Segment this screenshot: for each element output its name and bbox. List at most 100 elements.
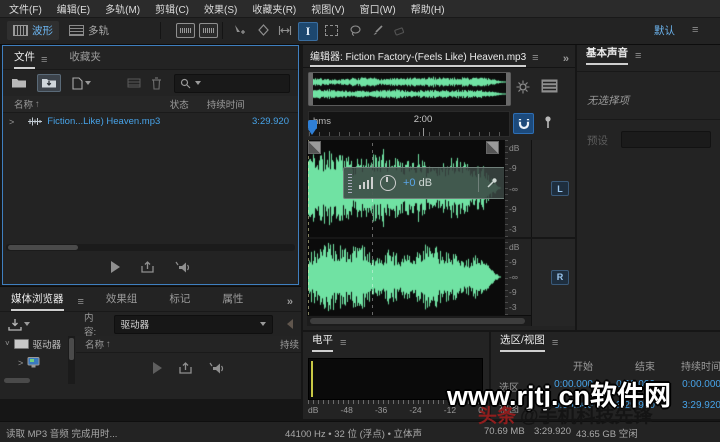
editor-title[interactable]: 编辑器: Fiction Factory-(Feels Like) Heaven…: [310, 48, 526, 67]
lasso-selection-tool-icon[interactable]: [346, 22, 364, 39]
timeline-ruler[interactable]: hms 2:00: [308, 111, 510, 137]
time-selection-tool-icon[interactable]: I: [298, 22, 318, 41]
tab-media-browser[interactable]: 媒体浏览器: [11, 291, 64, 311]
fade-out-handle[interactable]: [486, 141, 499, 154]
selection-duration-value[interactable]: 0:00.000: [655, 379, 720, 394]
snap-magnet-button[interactable]: [513, 113, 534, 134]
gain-hud[interactable]: +0 dB: [343, 167, 504, 199]
media-loop-button[interactable]: [178, 362, 193, 375]
hud-pin-icon[interactable]: [486, 177, 498, 189]
right-channel-waveform[interactable]: [307, 239, 504, 315]
marquee-selection-tool-icon[interactable]: [322, 22, 340, 39]
menu-window[interactable]: 窗口(W): [360, 1, 396, 16]
tree-vertical-scrollbar[interactable]: [68, 336, 75, 384]
workspace-selector[interactable]: 默认: [648, 21, 681, 40]
insert-into-multitrack-button[interactable]: [127, 77, 141, 89]
more-panels-chevron-icon[interactable]: »: [287, 296, 293, 311]
files-scrollbar-thumb[interactable]: [8, 245, 78, 250]
multitrack-view-button[interactable]: 多轨: [63, 21, 115, 40]
expander-icon[interactable]: >: [9, 117, 14, 127]
razor-tool-icon[interactable]: [254, 22, 272, 39]
editor-scrollbar-thumb[interactable]: [310, 318, 525, 324]
hud-gain-value[interactable]: +0: [403, 177, 416, 189]
left-channel-waveform[interactable]: +0 dB: [307, 140, 504, 237]
waveform-display-icon[interactable]: [176, 23, 195, 38]
tab-markers[interactable]: 标记: [169, 291, 190, 311]
trash-icon[interactable]: [151, 77, 162, 90]
levels-menu-icon[interactable]: ≡: [340, 338, 346, 352]
menu-edit[interactable]: 编辑(E): [57, 1, 90, 16]
search-input[interactable]: [174, 74, 290, 93]
menu-effects[interactable]: 效果(S): [204, 1, 237, 16]
brush-tool-icon[interactable]: [368, 22, 386, 39]
media-speaker-icon[interactable]: [209, 362, 225, 375]
essential-sound-title[interactable]: 基本声音: [586, 45, 628, 65]
menu-help[interactable]: 帮助(H): [411, 1, 445, 16]
back-arrow-icon[interactable]: [287, 319, 293, 329]
play-button[interactable]: [111, 261, 120, 273]
view-start-value[interactable]: 0:00.000: [535, 400, 593, 415]
tree-vscroll-thumb[interactable]: [69, 338, 74, 360]
hud-grip-icon[interactable]: [348, 173, 352, 193]
essential-menu-icon[interactable]: ≡: [635, 51, 641, 65]
eraser-tool-icon[interactable]: [390, 22, 408, 39]
menu-view[interactable]: 视图(V): [311, 1, 344, 16]
tree-hscroll-thumb[interactable]: [4, 378, 30, 383]
tree-expander-down[interactable]: ˅: [5, 339, 10, 348]
gain-knob-icon[interactable]: [380, 175, 396, 191]
auto-play-speaker-icon[interactable]: [175, 261, 191, 274]
selview-menu-icon[interactable]: ≡: [552, 338, 558, 352]
media-play-button[interactable]: [153, 362, 162, 374]
import-file-button[interactable]: [37, 74, 61, 92]
col-status[interactable]: 状态: [170, 97, 189, 111]
levels-title[interactable]: 电平: [312, 332, 333, 352]
tab-properties[interactable]: 属性: [222, 291, 243, 311]
fade-in-handle[interactable]: [308, 141, 321, 154]
selview-title[interactable]: 选区/视图: [500, 332, 545, 352]
tab-files[interactable]: 文件: [14, 49, 35, 69]
right-channel-badge[interactable]: R: [551, 270, 569, 285]
workspace-menu-icon[interactable]: ≡: [692, 25, 698, 36]
spectral-display-icon[interactable]: [199, 23, 218, 38]
editor-menu-icon[interactable]: ≡: [532, 53, 538, 67]
import-icon[interactable]: [8, 318, 30, 331]
menu-file[interactable]: 文件(F): [9, 1, 42, 16]
menu-clip[interactable]: 剪辑(C): [155, 1, 189, 16]
view-end-value[interactable]: 3:29.920: [593, 400, 655, 415]
loop-button[interactable]: [140, 261, 155, 274]
media-col-duration[interactable]: 持续: [280, 337, 299, 351]
col-name[interactable]: 名称: [14, 97, 33, 111]
playhead-marker[interactable]: [308, 120, 317, 129]
marker-pin-icon[interactable]: [538, 113, 557, 132]
files-horizontal-scrollbar[interactable]: [6, 244, 295, 251]
tree-expander-right[interactable]: >: [18, 358, 23, 368]
left-channel-badge[interactable]: L: [551, 181, 569, 196]
move-tool-icon[interactable]: [230, 22, 248, 39]
selection-end-value[interactable]: 0:00.000: [593, 379, 655, 394]
settings-gear-icon[interactable]: [515, 79, 531, 95]
list-view-icon[interactable]: [541, 79, 558, 93]
file-row[interactable]: > Fiction...Like) Heaven.mp3 3:29.920: [3, 113, 298, 130]
menu-favorites[interactable]: 收藏夹(R): [252, 1, 296, 16]
tree-item-drives[interactable]: ˅ 驱动器: [0, 336, 66, 351]
col-duration[interactable]: 持续时间: [207, 97, 245, 111]
overview-right-handle[interactable]: [506, 73, 510, 105]
media-browser-menu-icon[interactable]: ≡: [78, 297, 84, 311]
waveform-view-button[interactable]: 波形: [7, 21, 59, 40]
preset-input[interactable]: [621, 131, 711, 148]
tab-effects-rack[interactable]: 效果组: [106, 291, 138, 311]
tree-item-computer[interactable]: >: [0, 355, 66, 370]
editor-horizontal-scrollbar[interactable]: [307, 315, 531, 326]
overview-left-handle[interactable]: [309, 73, 313, 105]
content-dropdown[interactable]: 驱动器: [114, 315, 273, 334]
files-panel-menu-icon[interactable]: ≡: [41, 55, 47, 69]
tab-favorites[interactable]: 收藏夹: [69, 49, 101, 69]
new-file-button[interactable]: [71, 77, 91, 90]
view-duration-value[interactable]: 3:29.920: [655, 400, 720, 415]
menu-multitrack[interactable]: 多轨(M): [105, 1, 140, 16]
editor-more-chevron-icon[interactable]: »: [563, 53, 569, 67]
overview-waveform[interactable]: [308, 72, 511, 106]
open-file-button[interactable]: [11, 77, 27, 89]
media-col-name[interactable]: 名称: [85, 337, 104, 351]
slip-tool-icon[interactable]: [276, 22, 294, 39]
